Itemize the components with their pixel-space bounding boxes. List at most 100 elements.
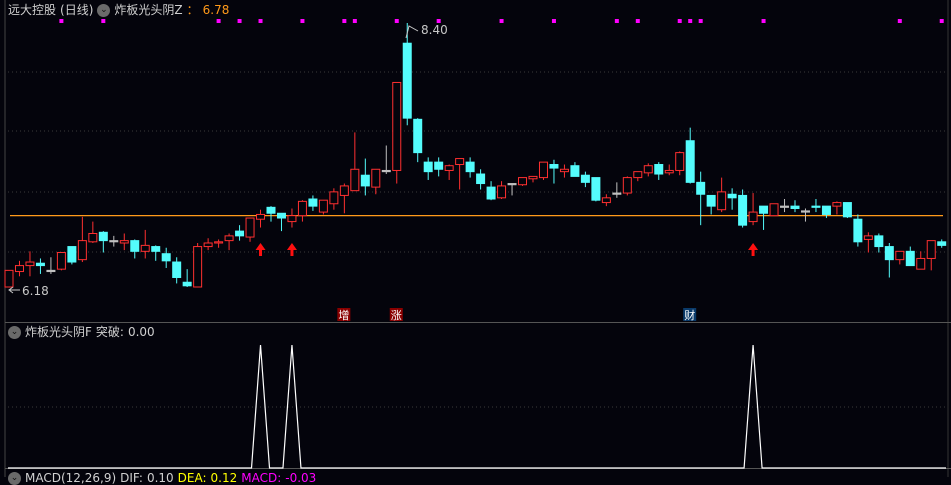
- macd-value: -0.03: [285, 471, 317, 485]
- candle-body: [821, 205, 831, 215]
- candle: [811, 199, 821, 213]
- candle: [245, 217, 255, 242]
- chevron-down-icon[interactable]: ⌄: [97, 3, 111, 17]
- candle: [350, 132, 360, 192]
- candle-body: [350, 168, 360, 192]
- candle: [790, 200, 800, 213]
- signal-dot: [635, 19, 640, 23]
- candle: [706, 194, 716, 215]
- dea-value: 0.12: [210, 471, 238, 485]
- candle-body: [863, 235, 873, 240]
- candle: [685, 127, 695, 184]
- candle-body: [800, 210, 810, 213]
- candle-body: [203, 242, 213, 248]
- candle: [601, 194, 611, 207]
- candle-body: [874, 235, 884, 248]
- candle-body: [580, 174, 590, 183]
- candle: [518, 177, 528, 186]
- candle: [161, 247, 171, 268]
- candle: [476, 169, 486, 190]
- candle: [381, 145, 391, 175]
- candle-body: [643, 165, 653, 174]
- lower-header: ⌄ 炸板光头阴F 突破: 0.00: [8, 325, 155, 339]
- candle-body: [497, 185, 507, 199]
- candle: [256, 209, 266, 228]
- candle-body: [486, 186, 496, 200]
- candle-body: [318, 199, 328, 213]
- candle-body: [88, 232, 98, 243]
- candle-body: [329, 191, 339, 205]
- candle: [235, 225, 245, 241]
- candle-body: [455, 158, 465, 166]
- candle-body: [308, 198, 318, 207]
- candle-body: [905, 250, 915, 267]
- candle: [738, 189, 748, 228]
- candle: [559, 164, 569, 178]
- candle-body: [140, 244, 150, 252]
- candle-body: [392, 81, 402, 171]
- candle-body: [67, 246, 77, 263]
- candle: [203, 238, 213, 251]
- candle-body: [853, 218, 863, 243]
- candle: [119, 233, 129, 251]
- candle: [276, 212, 286, 232]
- candle-body: [559, 168, 569, 173]
- candle: [780, 199, 790, 213]
- candle: [664, 164, 674, 176]
- chevron-down-icon[interactable]: ⌄: [8, 471, 21, 485]
- candle-body: [14, 265, 24, 273]
- candle: [863, 232, 873, 253]
- candle: [109, 235, 119, 247]
- candle: [98, 231, 108, 253]
- candle-body: [193, 246, 203, 288]
- up-arrow-icon: [286, 243, 297, 256]
- signal-dot: [551, 19, 556, 23]
- candle: [308, 195, 318, 211]
- up-arrow-icon: [255, 243, 266, 256]
- macd-header: ⌄ MACD(12,26,9) DIF: 0.10 DEA: 0.12 MACD: -…: [8, 471, 316, 485]
- candle: [413, 118, 423, 163]
- candle: [612, 182, 622, 198]
- candle-body: [780, 205, 790, 208]
- candle: [287, 208, 297, 228]
- candle-body: [696, 181, 706, 195]
- candle: [905, 246, 915, 267]
- up-arrow-icon: [748, 243, 759, 256]
- candle-body: [360, 174, 370, 187]
- signal-dot: [939, 19, 944, 23]
- candle: [455, 158, 465, 190]
- candle: [853, 214, 863, 247]
- candle-body: [444, 165, 454, 171]
- candle: [528, 175, 538, 183]
- candle: [434, 157, 444, 177]
- candle: [895, 250, 905, 265]
- candle: [832, 201, 842, 215]
- dea-label: DEA:: [177, 471, 207, 485]
- candle: [591, 177, 601, 202]
- max-pointer-icon: [405, 25, 419, 39]
- candle-body: [769, 203, 779, 217]
- candle-body: [77, 240, 87, 261]
- candle: [182, 269, 192, 287]
- candle-body: [591, 177, 601, 201]
- candle: [696, 171, 706, 226]
- candle: [748, 193, 758, 226]
- candle-body: [4, 269, 14, 288]
- chevron-down-icon[interactable]: ⌄: [8, 325, 21, 339]
- candle-body: [109, 240, 119, 243]
- breakout-value: 0.00: [127, 325, 155, 339]
- candle: [507, 183, 517, 196]
- macd-label: MACD:: [241, 471, 282, 485]
- candle: [465, 157, 475, 178]
- candle: [130, 239, 140, 259]
- candle: [151, 245, 161, 261]
- candle-body: [601, 197, 611, 204]
- candle: [25, 251, 35, 277]
- lower-indicator-name: 炸板光头阴F: [25, 325, 92, 339]
- candle-body: [402, 42, 412, 119]
- candle-body: [339, 185, 349, 196]
- candle-body: [214, 241, 224, 244]
- signal-dot: [101, 19, 106, 23]
- candlestick-chart[interactable]: 8.40 6.18 增 涨 财: [0, 0, 951, 477]
- dif-label: DIF:: [120, 471, 143, 485]
